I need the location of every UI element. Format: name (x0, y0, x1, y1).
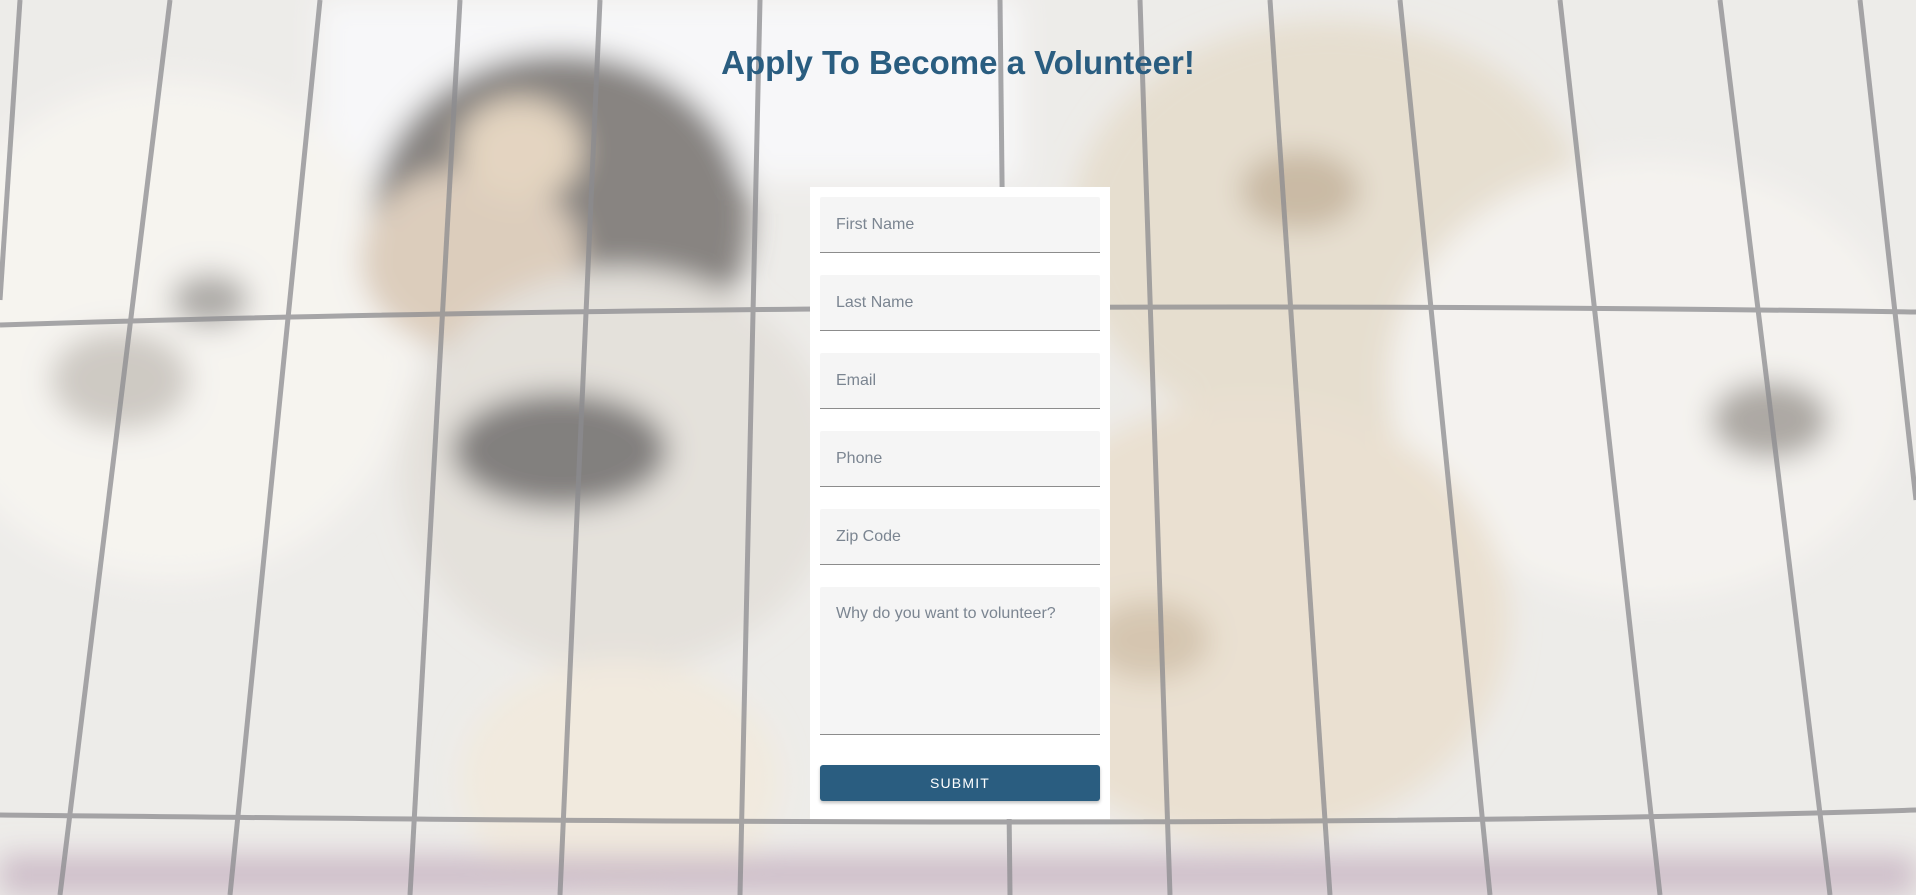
volunteer-form: SUBMIT (810, 187, 1110, 819)
page-title: Apply To Become a Volunteer! (721, 44, 1195, 81)
first-name-input[interactable] (820, 197, 1100, 253)
phone-input[interactable] (820, 431, 1100, 487)
last-name-input[interactable] (820, 275, 1100, 331)
submit-button[interactable]: SUBMIT (820, 765, 1100, 801)
email-input[interactable] (820, 353, 1100, 409)
volunteer-reason-textarea[interactable] (820, 587, 1100, 735)
zip-code-input[interactable] (820, 509, 1100, 565)
